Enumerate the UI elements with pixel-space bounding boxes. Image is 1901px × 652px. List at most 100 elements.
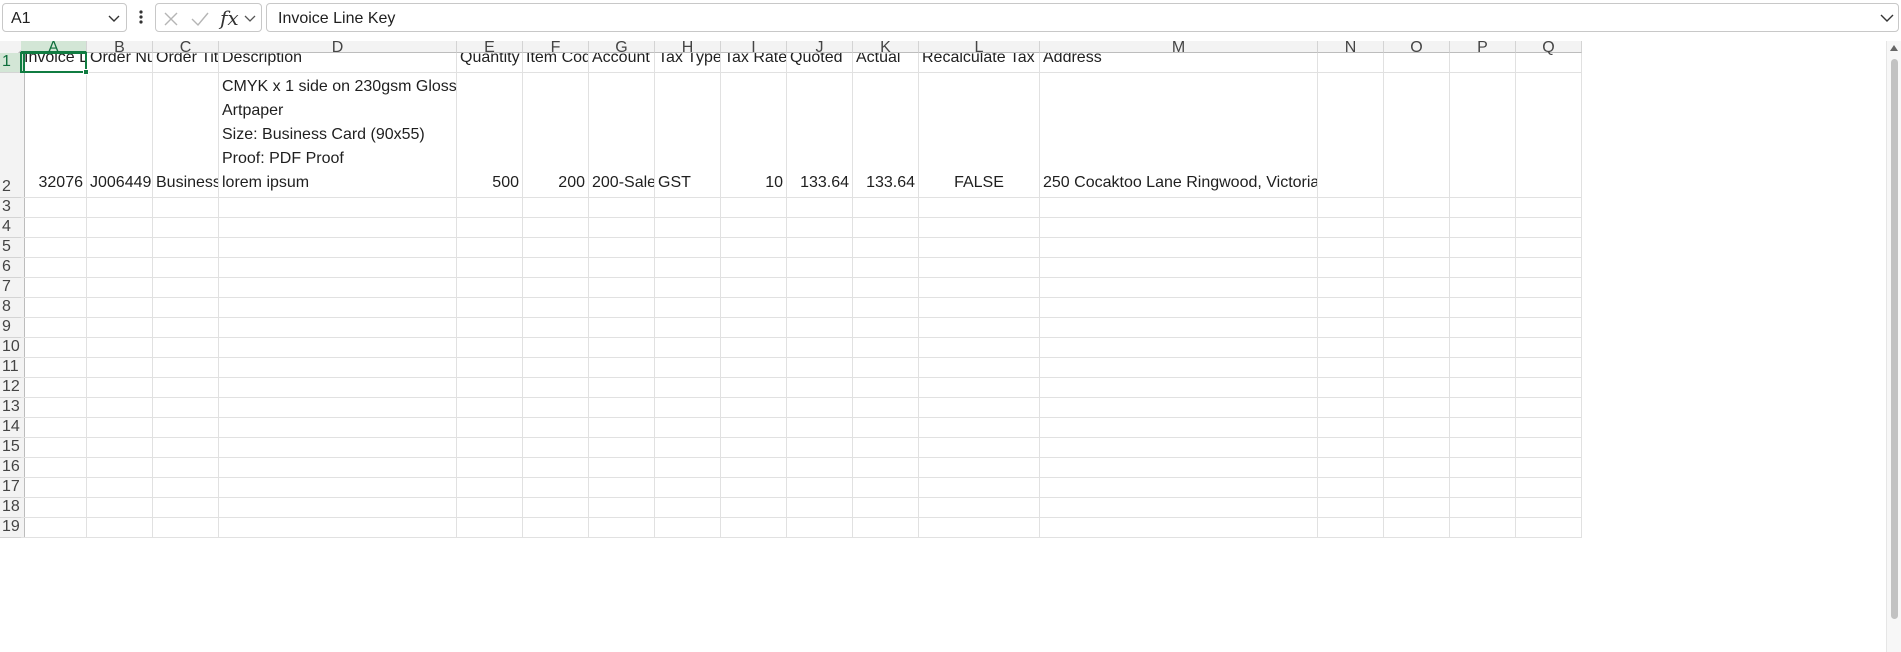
- cell-k19[interactable]: [853, 518, 919, 538]
- cell-b13[interactable]: [87, 398, 153, 418]
- formula-input[interactable]: Invoice Line Key: [266, 3, 1899, 32]
- cell-c6[interactable]: [153, 258, 219, 278]
- column-header-p[interactable]: P: [1450, 41, 1516, 56]
- cell-m5[interactable]: [1040, 238, 1318, 258]
- cell-p11[interactable]: [1450, 358, 1516, 378]
- cell-f10[interactable]: [523, 338, 589, 358]
- cell-q15[interactable]: [1516, 438, 1582, 458]
- cell-k10[interactable]: [853, 338, 919, 358]
- cell-k6[interactable]: [853, 258, 919, 278]
- cell-h10[interactable]: [655, 338, 721, 358]
- cell-h8[interactable]: [655, 298, 721, 318]
- cell-n17[interactable]: [1318, 478, 1384, 498]
- cell-f11[interactable]: [523, 358, 589, 378]
- cell-l9[interactable]: [919, 318, 1040, 338]
- cell-c10[interactable]: [153, 338, 219, 358]
- cell-a5[interactable]: [21, 238, 87, 258]
- cell-f15[interactable]: [523, 438, 589, 458]
- cell-c2[interactable]: Business Cards: [153, 73, 219, 198]
- cell-g16[interactable]: [589, 458, 655, 478]
- cell-e3[interactable]: [457, 198, 523, 218]
- cell-o10[interactable]: [1384, 338, 1450, 358]
- cell-b2[interactable]: J006449: [87, 73, 153, 198]
- cell-b17[interactable]: [87, 478, 153, 498]
- cell-p10[interactable]: [1450, 338, 1516, 358]
- cell-i10[interactable]: [721, 338, 787, 358]
- cell-m17[interactable]: [1040, 478, 1318, 498]
- cell-c13[interactable]: [153, 398, 219, 418]
- cell-o8[interactable]: [1384, 298, 1450, 318]
- cell-i9[interactable]: [721, 318, 787, 338]
- cell-q5[interactable]: [1516, 238, 1582, 258]
- cell-m19[interactable]: [1040, 518, 1318, 538]
- cell-n6[interactable]: [1318, 258, 1384, 278]
- cell-h5[interactable]: [655, 238, 721, 258]
- cell-a1[interactable]: Invoice Line Key: [21, 53, 87, 73]
- cell-a9[interactable]: [21, 318, 87, 338]
- cell-i13[interactable]: [721, 398, 787, 418]
- cell-g19[interactable]: [589, 518, 655, 538]
- cell-f5[interactable]: [523, 238, 589, 258]
- cell-c12[interactable]: [153, 378, 219, 398]
- cell-q2[interactable]: [1516, 73, 1582, 198]
- cell-q9[interactable]: [1516, 318, 1582, 338]
- cell-d19[interactable]: [219, 518, 457, 538]
- cancel-icon[interactable]: [162, 10, 180, 28]
- cell-q17[interactable]: [1516, 478, 1582, 498]
- cell-c17[interactable]: [153, 478, 219, 498]
- cell-n14[interactable]: [1318, 418, 1384, 438]
- cell-g8[interactable]: [589, 298, 655, 318]
- cell-e16[interactable]: [457, 458, 523, 478]
- cell-o18[interactable]: [1384, 498, 1450, 518]
- cell-k13[interactable]: [853, 398, 919, 418]
- cell-d6[interactable]: [219, 258, 457, 278]
- chevron-down-icon[interactable]: [244, 12, 256, 24]
- cell-m12[interactable]: [1040, 378, 1318, 398]
- cell-j18[interactable]: [787, 498, 853, 518]
- cell-q13[interactable]: [1516, 398, 1582, 418]
- cell-n19[interactable]: [1318, 518, 1384, 538]
- column-header-l[interactable]: L: [919, 41, 1040, 56]
- cell-e5[interactable]: [457, 238, 523, 258]
- cell-k4[interactable]: [853, 218, 919, 238]
- cell-k16[interactable]: [853, 458, 919, 478]
- cell-b19[interactable]: [87, 518, 153, 538]
- cell-e17[interactable]: [457, 478, 523, 498]
- cell-o14[interactable]: [1384, 418, 1450, 438]
- cell-l10[interactable]: [919, 338, 1040, 358]
- column-header-n[interactable]: N: [1318, 41, 1384, 56]
- cell-a13[interactable]: [21, 398, 87, 418]
- cell-g15[interactable]: [589, 438, 655, 458]
- cell-g7[interactable]: [589, 278, 655, 298]
- cell-f2[interactable]: 200: [523, 73, 589, 198]
- cell-j10[interactable]: [787, 338, 853, 358]
- cell-a6[interactable]: [21, 258, 87, 278]
- cell-o3[interactable]: [1384, 198, 1450, 218]
- cell-p7[interactable]: [1450, 278, 1516, 298]
- cell-b12[interactable]: [87, 378, 153, 398]
- cell-d10[interactable]: [219, 338, 457, 358]
- vertical-scrollbar[interactable]: [1886, 41, 1901, 652]
- cell-i4[interactable]: [721, 218, 787, 238]
- cell-i6[interactable]: [721, 258, 787, 278]
- cell-l8[interactable]: [919, 298, 1040, 318]
- cell-j2[interactable]: 133.64: [787, 73, 853, 198]
- column-header-a[interactable]: A: [21, 41, 87, 56]
- cell-d15[interactable]: [219, 438, 457, 458]
- cell-k11[interactable]: [853, 358, 919, 378]
- cell-o9[interactable]: [1384, 318, 1450, 338]
- cell-e12[interactable]: [457, 378, 523, 398]
- cell-h13[interactable]: [655, 398, 721, 418]
- cell-c15[interactable]: [153, 438, 219, 458]
- cell-e14[interactable]: [457, 418, 523, 438]
- cell-i16[interactable]: [721, 458, 787, 478]
- scroll-up-icon[interactable]: [1890, 45, 1898, 51]
- cell-p19[interactable]: [1450, 518, 1516, 538]
- cell-q4[interactable]: [1516, 218, 1582, 238]
- cell-n9[interactable]: [1318, 318, 1384, 338]
- cell-m4[interactable]: [1040, 218, 1318, 238]
- column-header-f[interactable]: F: [523, 41, 589, 56]
- cell-k17[interactable]: [853, 478, 919, 498]
- cell-i17[interactable]: [721, 478, 787, 498]
- cell-h19[interactable]: [655, 518, 721, 538]
